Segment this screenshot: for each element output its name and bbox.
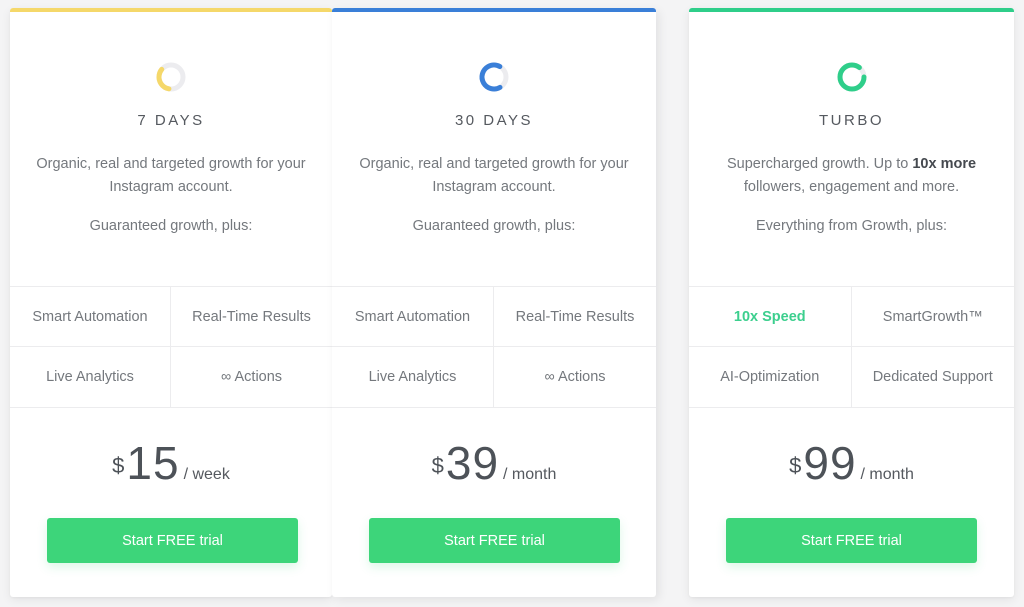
plan-subheading: Everything from Growth, plus: xyxy=(756,218,947,234)
plan-card-7-days: 7 DAYS Organic, real and targeted growth… xyxy=(10,8,332,597)
price-amount: 99 xyxy=(803,437,857,489)
plan-card-30-days: 30 DAYS Organic, real and targeted growt… xyxy=(332,8,656,597)
feature-item: Live Analytics xyxy=(10,347,171,407)
feature-grid: Smart Automation Real-Time Results Live … xyxy=(10,286,332,408)
plan-name: 7 DAYS xyxy=(137,112,205,129)
start-free-trial-button[interactable]: Start FREE trial xyxy=(726,518,977,563)
feature-item: ∞ Actions xyxy=(544,369,606,385)
start-free-trial-button[interactable]: Start FREE trial xyxy=(47,518,298,563)
description-text: followers, engagement and more. xyxy=(743,179,960,195)
donut-progress-icon xyxy=(154,60,188,94)
price-currency: $ xyxy=(789,453,802,478)
plan-accent-bar xyxy=(689,8,1014,12)
start-free-trial-button[interactable]: Start FREE trial xyxy=(369,518,620,563)
feature-item: Real-Time Results xyxy=(171,287,332,347)
description-emphasis: 10x more xyxy=(912,156,977,172)
plan-description: Supercharged growth. Up to 10x more foll… xyxy=(709,153,994,199)
plan-description: Organic, real and targeted growth for yo… xyxy=(36,156,306,195)
price-amount: 39 xyxy=(445,437,500,489)
feature-item: SmartGrowth™ xyxy=(851,287,1014,347)
price-period: / month xyxy=(503,466,557,483)
plan-subheading: Guaranteed growth, plus: xyxy=(89,218,253,234)
feature-grid: Smart Automation Real-Time Results Live … xyxy=(332,286,656,408)
price-amount: 15 xyxy=(126,437,180,489)
price-period: / week xyxy=(183,466,230,483)
price-currency: $ xyxy=(112,453,125,478)
plan-subheading: Guaranteed growth, plus: xyxy=(412,218,576,234)
feature-item: Smart Automation xyxy=(332,287,494,347)
donut-progress-icon xyxy=(835,60,869,94)
plan-price: $15/ week xyxy=(10,436,332,490)
price-currency: $ xyxy=(431,453,444,478)
feature-item: ∞ Actions xyxy=(220,369,283,385)
plan-description: Organic, real and targeted growth for yo… xyxy=(359,156,629,195)
feature-item: AI-Optimization xyxy=(689,347,852,407)
plan-price: $39/ month xyxy=(332,436,656,490)
plan-name: 30 DAYS xyxy=(454,112,534,129)
feature-grid: 10x Speed SmartGrowth™ AI-Optimization D… xyxy=(689,286,1014,408)
plan-accent-bar xyxy=(10,8,332,12)
plan-name: TURBO xyxy=(819,112,884,129)
feature-item: Real-Time Results xyxy=(494,287,656,347)
plan-card-turbo: TURBO Supercharged growth. Up to 10x mor… xyxy=(689,8,1014,597)
feature-item: Dedicated Support xyxy=(872,369,993,385)
feature-item: Live Analytics xyxy=(332,347,494,407)
feature-item: Smart Automation xyxy=(10,287,171,347)
description-text: Supercharged growth. Up to xyxy=(726,156,913,172)
price-period: / month xyxy=(860,466,914,483)
plan-price: $99/ month xyxy=(689,436,1014,490)
feature-item-highlighted: 10x Speed xyxy=(689,287,852,347)
donut-progress-icon xyxy=(477,60,511,94)
plan-accent-bar xyxy=(332,8,656,12)
